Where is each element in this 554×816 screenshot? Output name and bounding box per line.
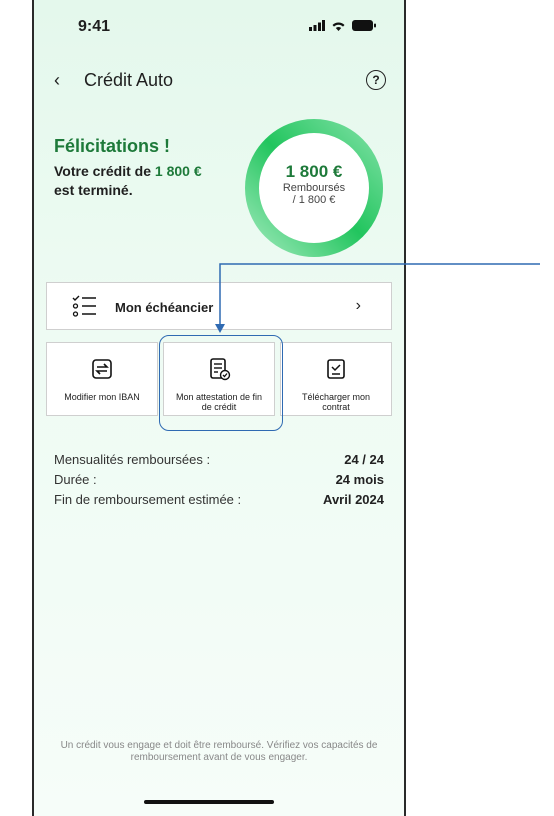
annotation-arrow [215, 263, 540, 333]
